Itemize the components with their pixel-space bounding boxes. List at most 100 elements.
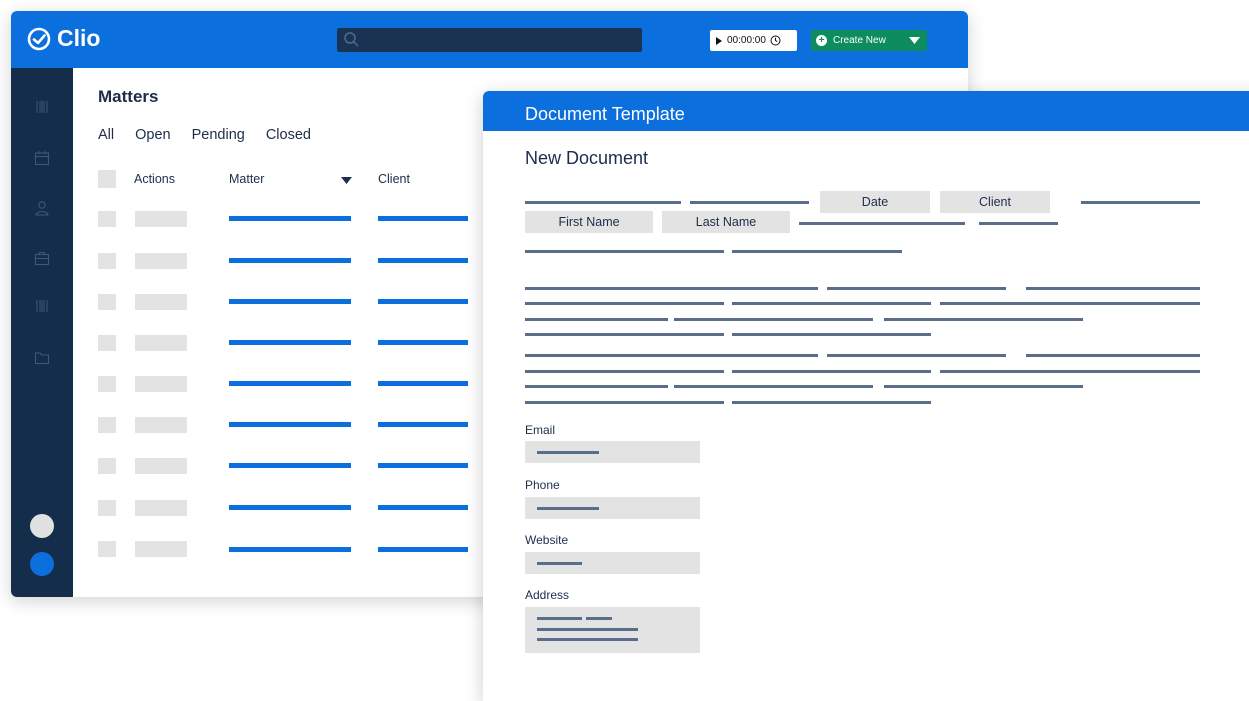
row-client-link[interactable] [378, 258, 468, 263]
row-client-link[interactable] [378, 547, 468, 552]
column-header-matter[interactable]: Matter [229, 172, 264, 186]
client-merge-field[interactable]: Client [940, 191, 1050, 213]
tab-all[interactable]: All [98, 127, 114, 143]
document-template-title: Document Template [525, 104, 685, 124]
text-placeholder-line [525, 354, 818, 357]
text-placeholder-line [525, 333, 724, 336]
text-placeholder-line [525, 302, 724, 305]
first-name-merge-field[interactable]: First Name [525, 211, 653, 233]
row-matter-link[interactable] [229, 340, 351, 345]
row-checkbox[interactable] [98, 211, 116, 227]
row-checkbox[interactable] [98, 458, 116, 474]
plus-icon: + [816, 35, 827, 46]
row-matter-link[interactable] [229, 216, 351, 221]
website-label: Website [525, 533, 569, 547]
row-checkbox[interactable] [98, 417, 116, 433]
row-matter-link[interactable] [229, 547, 351, 552]
text-placeholder-line [884, 318, 1083, 321]
last-name-merge-field[interactable]: Last Name [662, 211, 790, 233]
row-client-link[interactable] [378, 299, 468, 304]
select-all-checkbox[interactable] [98, 170, 116, 188]
row-actions-placeholder[interactable] [135, 417, 187, 433]
row-matter-link[interactable] [229, 463, 351, 468]
document-template-window: Document Template New Document Date Clie… [483, 91, 1249, 701]
text-placeholder-line [525, 385, 668, 388]
row-actions-placeholder[interactable] [135, 211, 187, 227]
text-placeholder-line [940, 302, 1200, 305]
text-placeholder-line [674, 318, 873, 321]
date-merge-field[interactable]: Date [820, 191, 930, 213]
play-icon [716, 36, 722, 45]
row-checkbox[interactable] [98, 376, 116, 392]
user-icon[interactable] [34, 200, 50, 216]
create-new-button[interactable]: + Create New [811, 30, 927, 51]
row-actions-placeholder[interactable] [135, 335, 187, 351]
create-new-label: Create New [833, 35, 886, 46]
row-checkbox[interactable] [98, 294, 116, 310]
avatar-active[interactable] [30, 552, 54, 576]
row-matter-link[interactable] [229, 258, 351, 263]
address-field[interactable] [525, 607, 700, 653]
sidebar [11, 68, 73, 597]
row-client-link[interactable] [378, 422, 468, 427]
text-placeholder-line [799, 222, 965, 225]
check-circle-icon [27, 27, 51, 50]
top-bar: Clio 00:00:00 + Create New [11, 11, 968, 68]
email-field[interactable] [525, 441, 700, 463]
row-actions-placeholder[interactable] [135, 376, 187, 392]
timer-button[interactable]: 00:00:00 [710, 30, 797, 51]
row-matter-link[interactable] [229, 381, 351, 386]
row-actions-placeholder[interactable] [135, 541, 187, 557]
text-placeholder-line [732, 302, 931, 305]
folder-icon[interactable] [34, 350, 50, 366]
search-input[interactable] [337, 28, 642, 52]
calendar-icon[interactable] [34, 150, 50, 166]
chevron-down-icon[interactable] [909, 37, 920, 44]
row-matter-link[interactable] [229, 299, 351, 304]
row-actions-placeholder[interactable] [135, 500, 187, 516]
row-matter-link[interactable] [229, 422, 351, 427]
tab-open[interactable]: Open [135, 127, 170, 143]
column-header-actions[interactable]: Actions [134, 172, 175, 186]
tab-pending[interactable]: Pending [192, 127, 245, 143]
row-checkbox[interactable] [98, 335, 116, 351]
barcode-icon[interactable] [34, 298, 50, 314]
row-checkbox[interactable] [98, 253, 116, 269]
tab-closed[interactable]: Closed [266, 127, 311, 143]
row-matter-link[interactable] [229, 505, 351, 510]
row-client-link[interactable] [378, 381, 468, 386]
row-client-link[interactable] [378, 216, 468, 221]
sort-down-icon[interactable] [341, 177, 352, 184]
barcode-icon[interactable] [34, 99, 50, 115]
row-checkbox[interactable] [98, 541, 116, 557]
text-placeholder-line [525, 250, 724, 253]
text-placeholder-line [537, 638, 638, 641]
text-placeholder-line [979, 222, 1058, 225]
text-placeholder-line [732, 250, 902, 253]
text-placeholder-line [827, 354, 1006, 357]
text-placeholder-line [525, 201, 681, 204]
row-client-link[interactable] [378, 505, 468, 510]
row-checkbox[interactable] [98, 500, 116, 516]
website-field[interactable] [525, 552, 700, 574]
text-placeholder-line [525, 370, 724, 373]
text-placeholder-line [537, 451, 599, 454]
text-placeholder-line [537, 628, 638, 631]
page-title: Matters [98, 87, 159, 106]
text-placeholder-line [732, 370, 931, 373]
text-placeholder-line [525, 401, 724, 404]
row-client-link[interactable] [378, 463, 468, 468]
email-label: Email [525, 423, 556, 437]
avatar[interactable] [30, 514, 54, 538]
column-header-client[interactable]: Client [378, 172, 410, 186]
text-placeholder-line [537, 562, 582, 565]
text-placeholder-line [1026, 354, 1200, 357]
row-actions-placeholder[interactable] [135, 294, 187, 310]
row-client-link[interactable] [378, 340, 468, 345]
row-actions-placeholder[interactable] [135, 253, 187, 269]
briefcase-icon[interactable] [34, 250, 50, 266]
phone-field[interactable] [525, 497, 700, 519]
row-actions-placeholder[interactable] [135, 458, 187, 474]
clio-logo[interactable]: Clio [27, 25, 100, 52]
search-icon [344, 32, 359, 47]
